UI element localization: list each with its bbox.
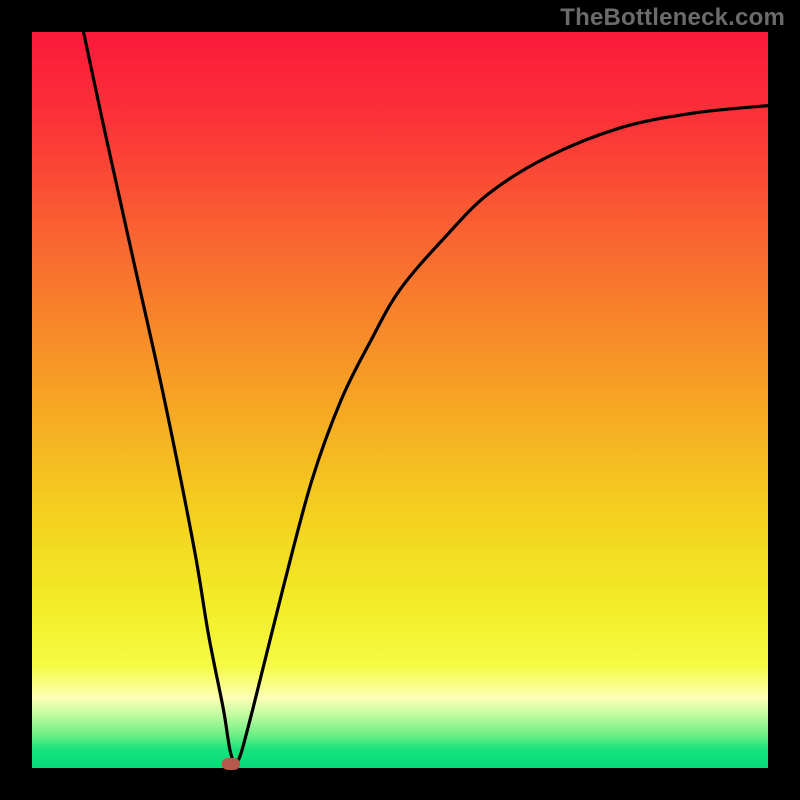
chart-frame: TheBottleneck.com [0, 0, 800, 800]
minimum-marker [222, 758, 240, 770]
watermark-text: TheBottleneck.com [560, 4, 785, 32]
curve-line [32, 32, 768, 768]
plot-area [32, 32, 768, 768]
